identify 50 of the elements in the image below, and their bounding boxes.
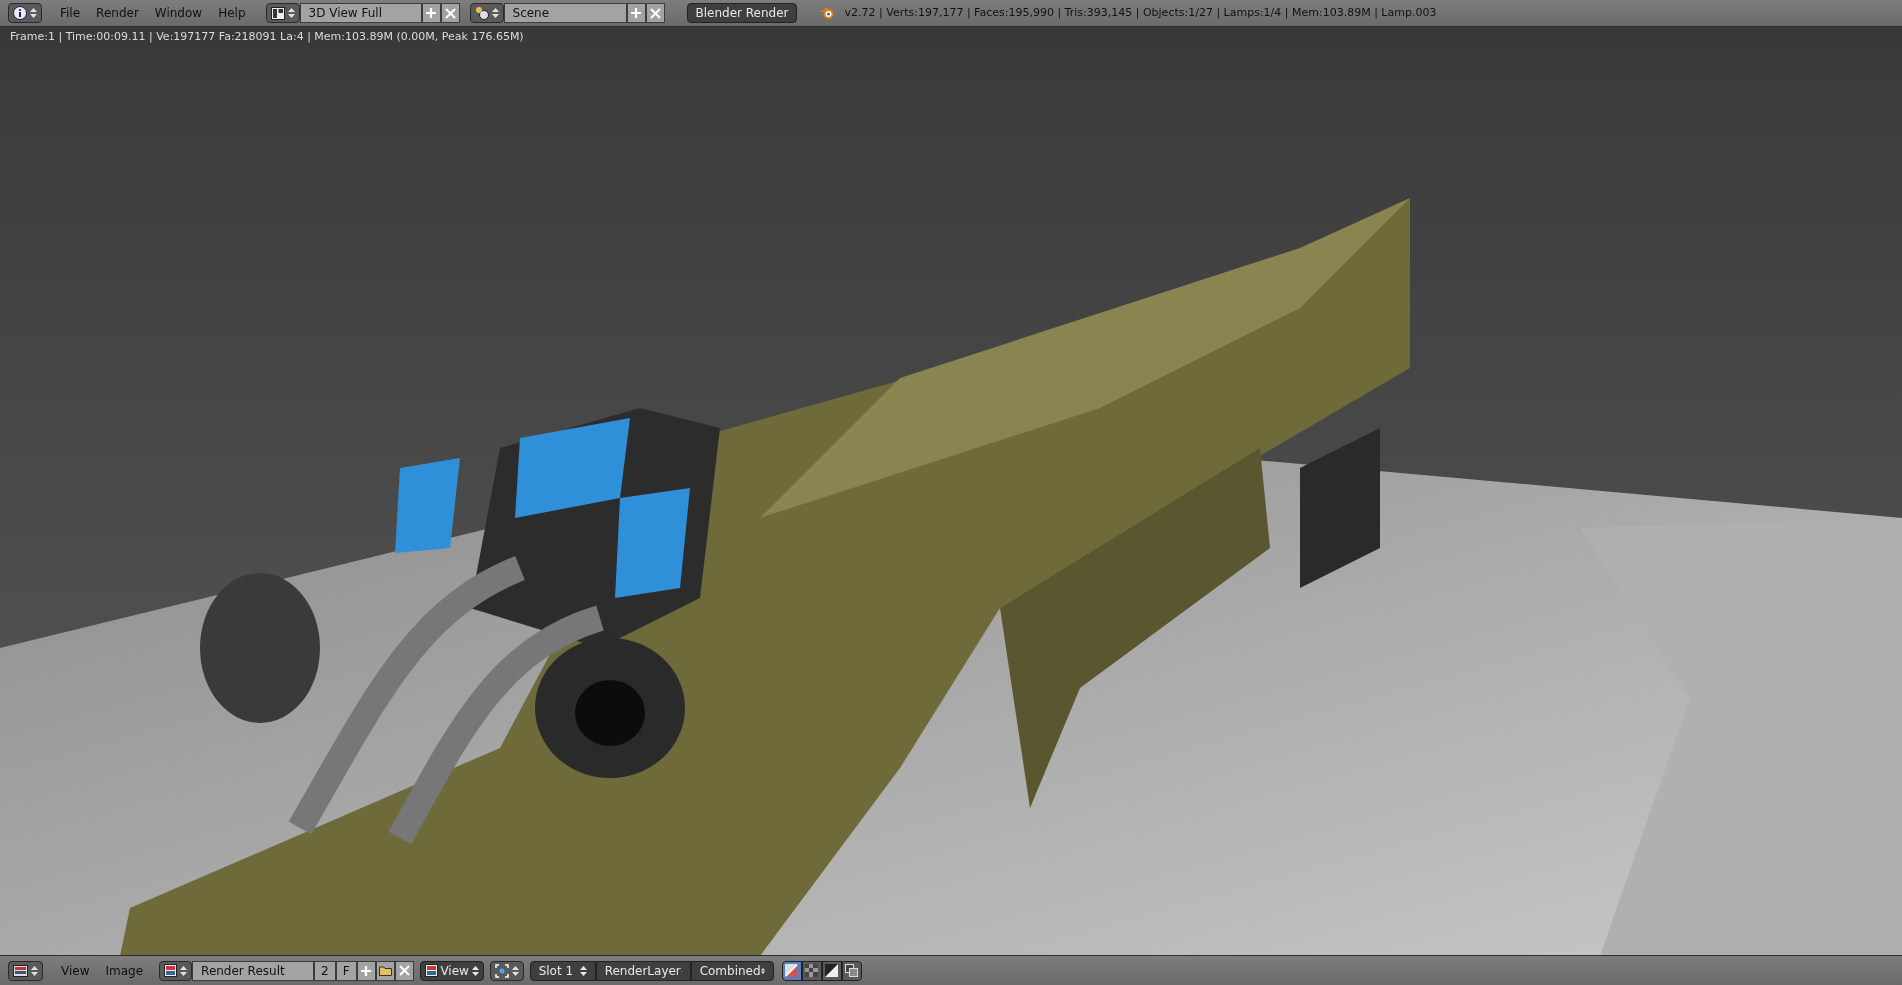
- name-field[interactable]: 3D View Full: [299, 3, 422, 23]
- menu-item[interactable]: Render: [88, 4, 147, 22]
- close-icon: [398, 965, 410, 976]
- render-layer-dropdown[interactable]: RenderLayer: [595, 960, 691, 981]
- menu-item[interactable]: Window: [146, 4, 211, 22]
- editor-type-button[interactable]: [8, 960, 43, 981]
- slot-dropdown[interactable]: Slot 1: [529, 960, 596, 981]
- pass-dropdown[interactable]: Combined: [690, 960, 774, 981]
- editor-type-button[interactable]: [8, 3, 42, 23]
- display-mode-button[interactable]: [821, 960, 842, 981]
- pivot-icon: [494, 963, 509, 978]
- menu-item[interactable]: Image: [97, 961, 152, 980]
- scene-icon: [474, 6, 489, 20]
- display-mode-button[interactable]: [841, 960, 862, 981]
- view-dropdown[interactable]: View: [419, 960, 484, 981]
- name-field[interactable]: Render Result: [192, 960, 315, 981]
- stats-text: v2.72 | Verts:197,177 | Faces:195,990 | Tris:393,145 | Objects:1/27 | Lamps:1/4 | Mem:103.89M | Lamp.003: [844, 4, 1437, 21]
- menu-item[interactable]: File: [52, 4, 89, 22]
- menu-item[interactable]: View: [53, 961, 98, 980]
- menu-item[interactable]: Help: [210, 4, 254, 22]
- image-icon: [424, 964, 438, 977]
- plus-icon: [360, 964, 373, 977]
- info-icon: [13, 6, 27, 20]
- unlink-button[interactable]: [394, 960, 414, 981]
- image-icon: [164, 964, 178, 977]
- split-tone-icon: [825, 964, 839, 977]
- image-browse-button[interactable]: [159, 960, 193, 981]
- plus-icon: [425, 7, 437, 19]
- folder-icon: [378, 965, 392, 976]
- open-image-button[interactable]: [375, 960, 395, 981]
- close-icon: [444, 7, 456, 19]
- users-count-button[interactable]: 2: [314, 960, 336, 981]
- new-image-button[interactable]: [356, 960, 376, 981]
- plus-icon: [630, 7, 642, 19]
- fake-user-button[interactable]: F: [335, 960, 357, 981]
- image-editor-icon: [13, 964, 28, 977]
- render-info-text: Frame:1 | Time:00:09.11 | Ve:197177 Fa:218091 La:4 | Mem:103.89M (0.00M, Peak 176.65M): [10, 29, 524, 46]
- display-mode-button[interactable]: [781, 960, 802, 981]
- layout-icon: [270, 6, 285, 20]
- scene-button[interactable]: [469, 3, 504, 23]
- layout-button[interactable]: [265, 3, 300, 23]
- checker-icon: [805, 964, 819, 977]
- display-mode-button[interactable]: [801, 960, 822, 981]
- color-alpha-icon: [785, 964, 799, 977]
- pivot-button[interactable]: [489, 960, 524, 981]
- logo-icon: [818, 6, 835, 20]
- name-field[interactable]: Scene: [503, 3, 627, 23]
- close-icon: [649, 7, 661, 19]
- overlay-icon: [845, 964, 859, 977]
- render-engine-dropdown[interactable]: Blender Render: [686, 3, 797, 23]
